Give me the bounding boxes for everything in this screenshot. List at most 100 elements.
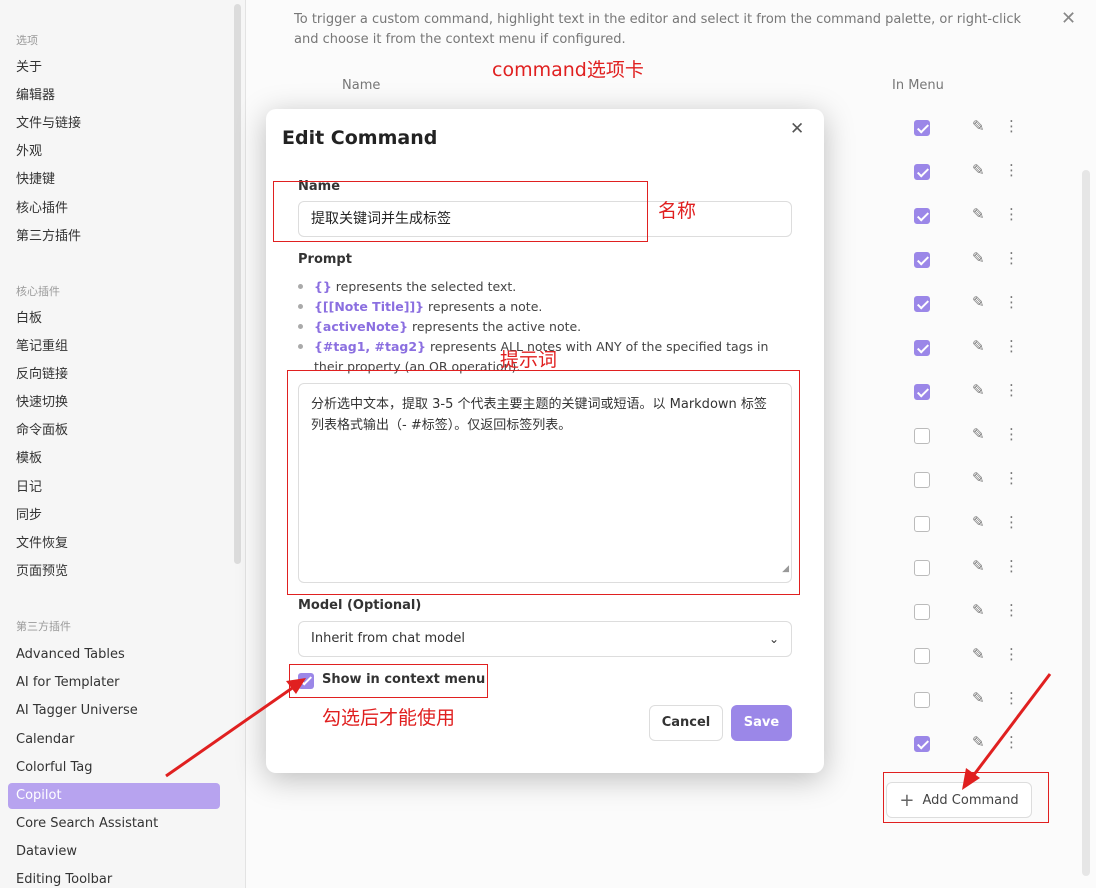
sidebar-item-editor[interactable]: 编辑器: [8, 83, 220, 109]
more-options-icon[interactable]: ⋮: [1004, 381, 1019, 399]
more-options-icon[interactable]: ⋮: [1004, 425, 1019, 443]
sidebar-item-file-recovery[interactable]: 文件恢复: [8, 531, 220, 557]
in-menu-checkbox[interactable]: [914, 604, 930, 620]
command-row: ✎ ⋮: [912, 425, 1032, 447]
save-button[interactable]: Save: [731, 705, 792, 741]
more-options-icon[interactable]: ⋮: [1004, 601, 1019, 619]
in-menu-checkbox[interactable]: [914, 208, 930, 224]
sidebar-item-page-preview[interactable]: 页面预览: [8, 559, 220, 585]
pencil-icon[interactable]: ✎: [972, 557, 985, 575]
column-header-name: Name: [342, 78, 381, 93]
more-options-icon[interactable]: ⋮: [1004, 513, 1019, 531]
more-options-icon[interactable]: ⋮: [1004, 249, 1019, 267]
sidebar-item-ai-tagger-universe[interactable]: AI Tagger Universe: [8, 698, 220, 724]
pencil-icon[interactable]: ✎: [972, 425, 985, 443]
in-menu-checkbox[interactable]: [914, 428, 930, 444]
more-options-icon[interactable]: ⋮: [1004, 161, 1019, 179]
more-options-icon[interactable]: ⋮: [1004, 337, 1019, 355]
more-options-icon[interactable]: ⋮: [1004, 733, 1019, 751]
sidebar-scrollbar[interactable]: [234, 4, 241, 564]
in-menu-checkbox[interactable]: [914, 692, 930, 708]
sidebar-item-advanced-tables[interactable]: Advanced Tables: [8, 642, 220, 668]
sidebar-item-about[interactable]: 关于: [8, 55, 220, 81]
command-row: ✎ ⋮: [912, 733, 1032, 755]
help-token: {activeNote}: [314, 319, 409, 334]
in-menu-checkbox[interactable]: [914, 340, 930, 356]
settings-sidebar: 选项 关于 编辑器 文件与链接 外观 快捷键 核心插件 第三方插件 核心插件 白…: [0, 0, 246, 888]
sidebar-item-appearance[interactable]: 外观: [8, 139, 220, 165]
close-icon[interactable]: ✕: [790, 119, 804, 139]
sidebar-item-files-links[interactable]: 文件与链接: [8, 111, 220, 137]
in-menu-checkbox[interactable]: [914, 384, 930, 400]
command-row: ✎ ⋮: [912, 557, 1032, 579]
annotation-box-add-command: [883, 772, 1049, 823]
help-text: represents a note.: [424, 299, 543, 314]
command-row: ✎ ⋮: [912, 249, 1032, 271]
sidebar-item-quick-switcher[interactable]: 快速切换: [8, 390, 220, 416]
command-row: ✎ ⋮: [912, 381, 1032, 403]
close-icon[interactable]: ✕: [1061, 8, 1076, 29]
sidebar-item-canvas[interactable]: 白板: [8, 306, 220, 332]
sidebar-item-hotkeys[interactable]: 快捷键: [8, 167, 220, 193]
more-options-icon[interactable]: ⋮: [1004, 689, 1019, 707]
more-options-icon[interactable]: ⋮: [1004, 293, 1019, 311]
sidebar-item-copilot[interactable]: Copilot: [8, 783, 220, 809]
pencil-icon[interactable]: ✎: [972, 337, 985, 355]
sidebar-item-dataview[interactable]: Dataview: [8, 839, 220, 865]
in-menu-checkbox[interactable]: [914, 296, 930, 312]
pencil-icon[interactable]: ✎: [972, 293, 985, 311]
sidebar-item-templates[interactable]: 模板: [8, 446, 220, 472]
in-menu-checkbox[interactable]: [914, 120, 930, 136]
cancel-button[interactable]: Cancel: [649, 705, 723, 741]
in-menu-checkbox[interactable]: [914, 472, 930, 488]
sidebar-heading-options: 选项: [16, 34, 38, 47]
sidebar-item-editing-toolbar[interactable]: Editing Toolbar: [8, 867, 220, 888]
sidebar-item-calendar[interactable]: Calendar: [8, 727, 220, 753]
in-menu-checkbox[interactable]: [914, 164, 930, 180]
pencil-icon[interactable]: ✎: [972, 117, 985, 135]
pencil-icon[interactable]: ✎: [972, 513, 985, 531]
pencil-icon[interactable]: ✎: [972, 645, 985, 663]
sidebar-item-colorful-tag[interactable]: Colorful Tag: [8, 755, 220, 781]
prompt-label: Prompt: [298, 252, 352, 267]
sidebar-item-ai-for-templater[interactable]: AI for Templater: [8, 670, 220, 696]
help-token: {[[Note Title]]}: [314, 299, 425, 314]
sidebar-item-backlinks[interactable]: 反向链接: [8, 362, 220, 388]
in-menu-checkbox[interactable]: [914, 252, 930, 268]
help-item: {activeNote} represents the active note.: [298, 317, 792, 337]
more-options-icon[interactable]: ⋮: [1004, 117, 1019, 135]
in-menu-checkbox[interactable]: [914, 560, 930, 576]
model-select[interactable]: Inherit from chat model ⌄: [298, 621, 792, 657]
help-text: represents the selected text.: [331, 279, 517, 294]
sidebar-item-core-search-assistant[interactable]: Core Search Assistant: [8, 811, 220, 837]
model-select-value: Inherit from chat model: [311, 631, 465, 646]
pencil-icon[interactable]: ✎: [972, 205, 985, 223]
command-row: ✎ ⋮: [912, 337, 1032, 359]
more-options-icon[interactable]: ⋮: [1004, 469, 1019, 487]
pencil-icon[interactable]: ✎: [972, 689, 985, 707]
pencil-icon[interactable]: ✎: [972, 381, 985, 399]
pencil-icon[interactable]: ✎: [972, 249, 985, 267]
panel-scrollbar[interactable]: [1082, 170, 1090, 876]
pencil-icon[interactable]: ✎: [972, 469, 985, 487]
more-options-icon[interactable]: ⋮: [1004, 205, 1019, 223]
sidebar-item-sync[interactable]: 同步: [8, 503, 220, 529]
more-options-icon[interactable]: ⋮: [1004, 645, 1019, 663]
sidebar-item-community-plugins[interactable]: 第三方插件: [8, 224, 220, 250]
command-row: ✎ ⋮: [912, 601, 1032, 623]
in-menu-checkbox[interactable]: [914, 736, 930, 752]
annotation-prompt: 提示词: [500, 349, 558, 371]
sidebar-item-daily-notes[interactable]: 日记: [8, 475, 220, 501]
sidebar-item-command-palette[interactable]: 命令面板: [8, 418, 220, 444]
pencil-icon[interactable]: ✎: [972, 161, 985, 179]
in-menu-checkbox[interactable]: [914, 516, 930, 532]
sidebar-item-note-composer[interactable]: 笔记重组: [8, 334, 220, 360]
command-row: ✎ ⋮: [912, 645, 1032, 667]
pencil-icon[interactable]: ✎: [972, 733, 985, 751]
sidebar-item-core-plugins[interactable]: 核心插件: [8, 196, 220, 222]
help-token: {}: [314, 279, 332, 294]
command-row: ✎ ⋮: [912, 293, 1032, 315]
more-options-icon[interactable]: ⋮: [1004, 557, 1019, 575]
in-menu-checkbox[interactable]: [914, 648, 930, 664]
pencil-icon[interactable]: ✎: [972, 601, 985, 619]
